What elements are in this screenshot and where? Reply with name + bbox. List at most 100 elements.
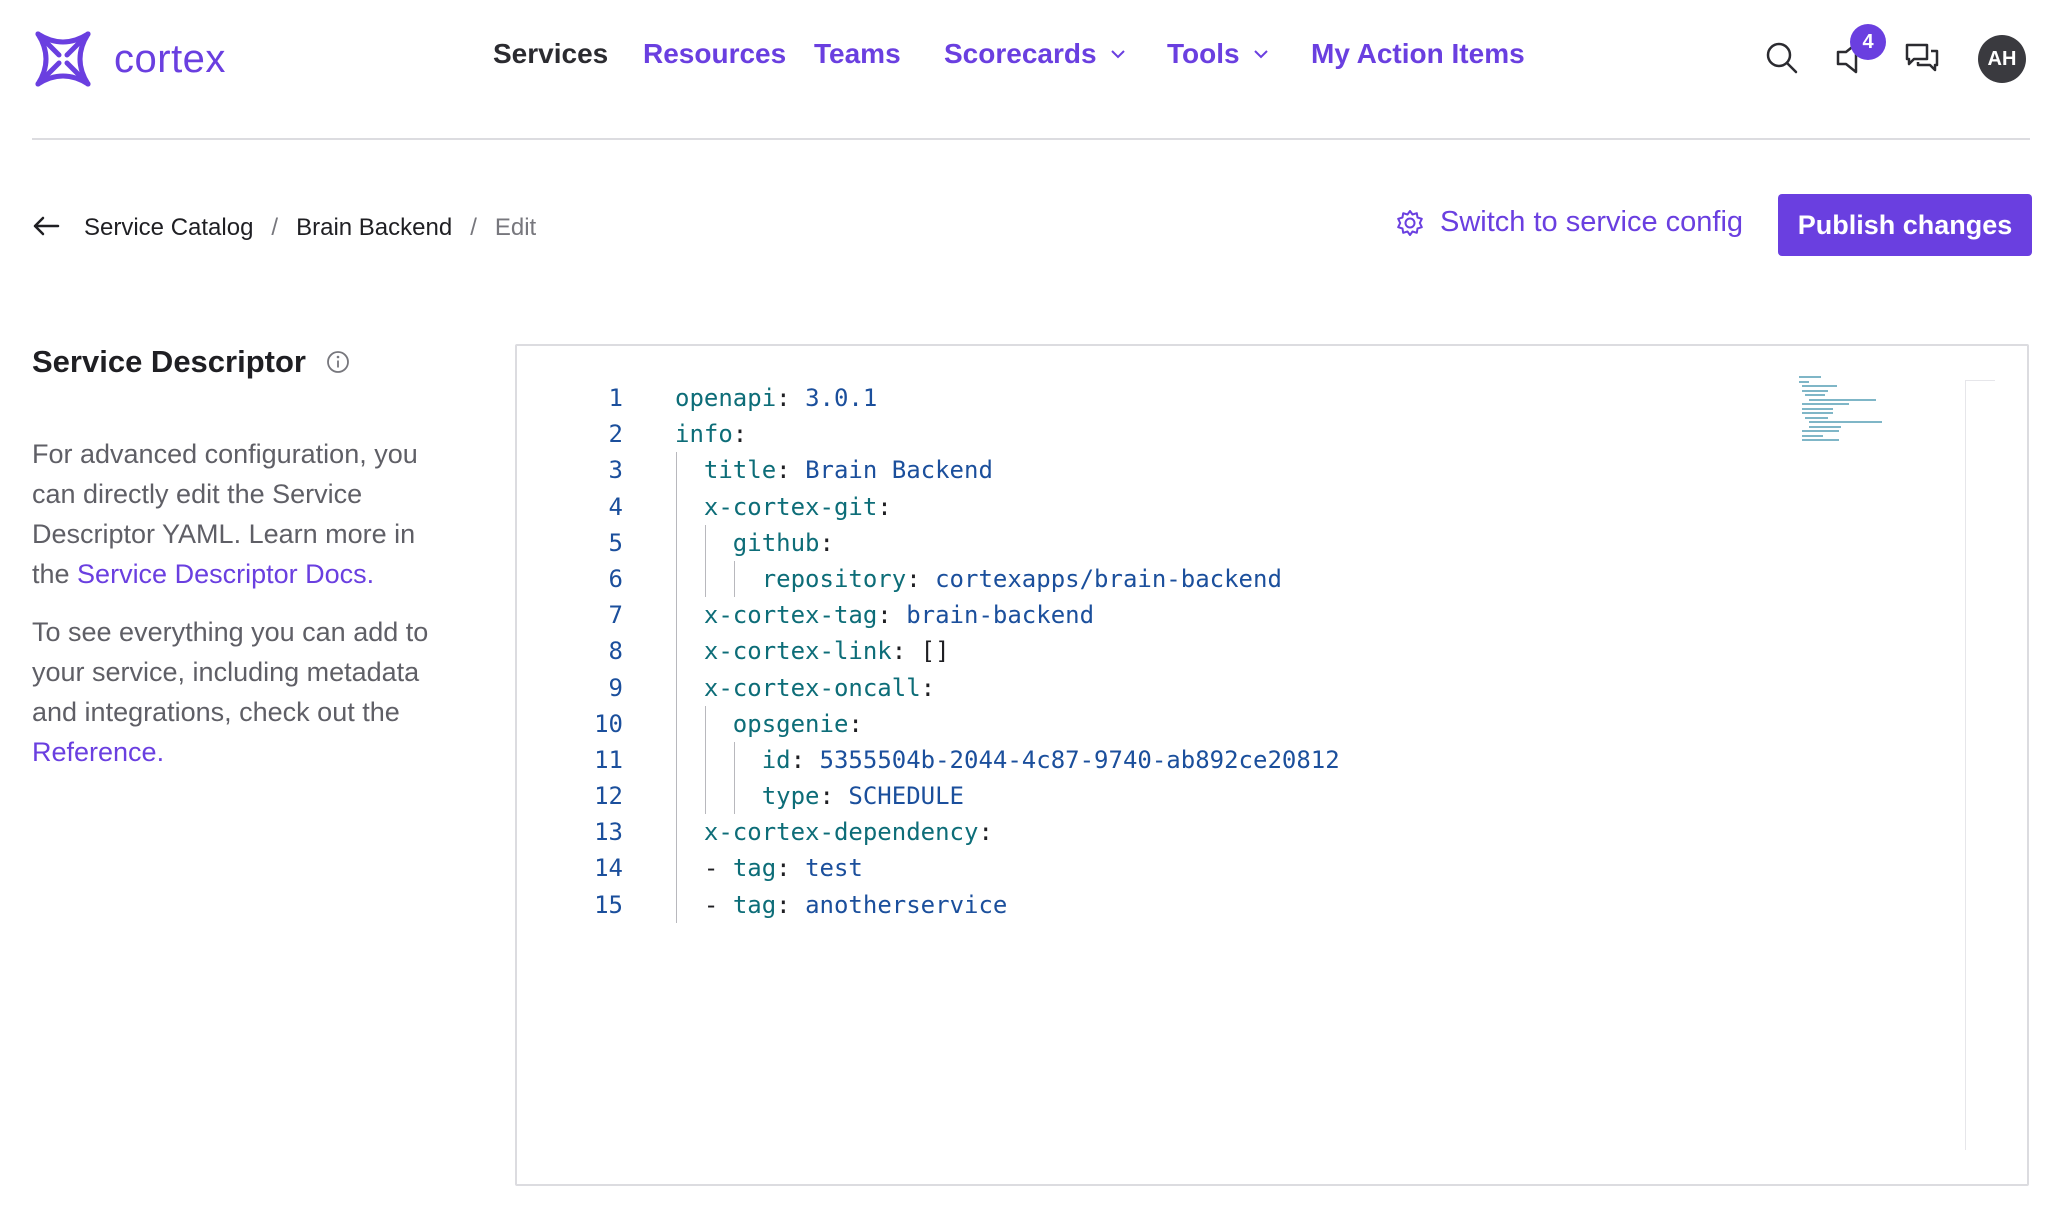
top-header: cortex Services Resources Teams Scorecar… (0, 0, 2062, 140)
line-content: id: 5355504b-2044-4c87-9740-ab892ce20812 (675, 742, 1340, 778)
colon: : (776, 384, 806, 412)
service-descriptor-docs-link[interactable]: Service Descriptor Docs (77, 559, 367, 589)
nav-services-label: Services (493, 38, 609, 69)
minimap-line (1805, 416, 1828, 419)
reference-link-period[interactable]: . (157, 737, 165, 767)
reference-help-text: To see everything you can add to your se… (32, 612, 452, 772)
docs-link-period[interactable]: . (367, 559, 375, 589)
minimap-line (1808, 398, 1876, 401)
colon: : (877, 492, 892, 521)
publish-changes-button[interactable]: Publish changes (1778, 194, 2032, 256)
reference-help-body: To see everything you can add to your se… (32, 617, 429, 727)
back-arrow-icon[interactable] (32, 214, 60, 238)
line-content: opsgenie: (675, 706, 863, 742)
minimap-line (1802, 434, 1823, 437)
nav-scorecards-label: Scorecards (944, 38, 1097, 69)
colon: : (790, 745, 820, 774)
switch-to-service-config-link[interactable]: Switch to service config (1396, 206, 1743, 239)
colon: : (877, 601, 907, 630)
chevron-down-icon (1253, 50, 1268, 59)
minimap-line (1802, 385, 1838, 387)
yaml-key: x-cortex-git (703, 492, 878, 521)
line-content: info: (675, 416, 747, 452)
line-content: x-cortex-dependency: (675, 814, 993, 850)
indent-guide (704, 705, 706, 815)
breadcrumb-service-catalog[interactable]: Service Catalog (84, 214, 253, 242)
search-icon[interactable] (1764, 40, 1800, 76)
nav-teams[interactable]: Teams (814, 38, 901, 70)
chat-icon[interactable] (1904, 40, 1940, 76)
minimap-line (1799, 376, 1822, 378)
nav-resources[interactable]: Resources (643, 38, 786, 70)
yaml-value: 5355504b-2044-4c87-9740-ab892ce20812 (819, 745, 1340, 774)
logo-text: cortex (114, 36, 226, 81)
line-number: 5 (608, 528, 623, 557)
nav-my-action-items[interactable]: My Action Items (1311, 38, 1525, 70)
info-icon[interactable] (326, 350, 350, 374)
reference-link[interactable]: Reference (32, 737, 157, 767)
line-content: x-cortex-oncall: (675, 670, 935, 706)
breadcrumb-separator: / (470, 214, 477, 241)
line-number: 15 (594, 890, 623, 919)
colon: : (920, 673, 936, 702)
yaml-key: repository (761, 564, 907, 593)
yaml-key: id (761, 745, 791, 774)
yaml-value: cortexapps/brain-backend (935, 564, 1282, 593)
minimap-line (1802, 389, 1828, 392)
colon: : (776, 456, 806, 485)
yaml-editor[interactable]: 1 openapi: 3.0.1 2 info: 3 title: Brain Back… (515, 344, 2029, 1186)
minimap-line (1802, 439, 1839, 441)
minimap-line (1802, 403, 1849, 405)
nav-services[interactable]: Services (493, 38, 608, 70)
breadcrumb-brain-backend[interactable]: Brain Backend (296, 214, 452, 242)
user-avatar[interactable]: AH (1978, 35, 2026, 83)
indent-guide (676, 452, 677, 923)
line-number: 14 (594, 854, 623, 883)
editor-scrollbar[interactable] (1965, 380, 1966, 1150)
editor-scrollbar-cap (1965, 380, 1995, 381)
colon: : (848, 709, 863, 738)
yaml-value: Brain Backend (805, 456, 993, 485)
indent-guide (733, 742, 735, 815)
nav-scorecards[interactable]: Scorecards (944, 38, 1127, 70)
line-number: 2 (608, 420, 623, 449)
colon: : (978, 818, 993, 847)
yaml-key: x-cortex-link (703, 637, 892, 666)
editor-minimap[interactable] (1799, 376, 1899, 446)
line-number: 6 (608, 564, 623, 593)
minimap-line (1802, 430, 1839, 432)
line-number: 13 (594, 818, 623, 847)
yaml-value: 3.0.1 (805, 384, 878, 412)
line-content: title: Brain Backend (675, 452, 993, 488)
yaml-value: [] (920, 637, 950, 666)
line-content: openapi: 3.0.1 (675, 380, 877, 416)
nav-tools[interactable]: Tools (1167, 38, 1270, 70)
minimap-line (1799, 380, 1809, 383)
line-number: 11 (594, 745, 623, 774)
yaml-key: type (761, 782, 820, 811)
yaml-key: title (703, 456, 777, 485)
minimap-line (1805, 394, 1825, 396)
cortex-logo[interactable]: cortex (32, 28, 226, 90)
line-content: - tag: test (675, 850, 863, 886)
nav-tools-label: Tools (1167, 38, 1240, 69)
chevron-down-icon (1110, 50, 1125, 59)
colon: : (819, 782, 849, 811)
yaml-value: test (805, 854, 863, 883)
line-content: - tag: anotherservice (675, 887, 1007, 923)
colon: : (776, 890, 806, 919)
line-number: 8 (608, 637, 623, 666)
notification-badge: 4 (1850, 24, 1886, 60)
minimap-line (1808, 425, 1841, 428)
line-content: x-cortex-tag: brain-backend (675, 597, 1094, 633)
line-number: 9 (608, 673, 623, 702)
line-content: repository: cortexapps/brain-backend (675, 561, 1282, 597)
line-number: 10 (594, 709, 623, 738)
